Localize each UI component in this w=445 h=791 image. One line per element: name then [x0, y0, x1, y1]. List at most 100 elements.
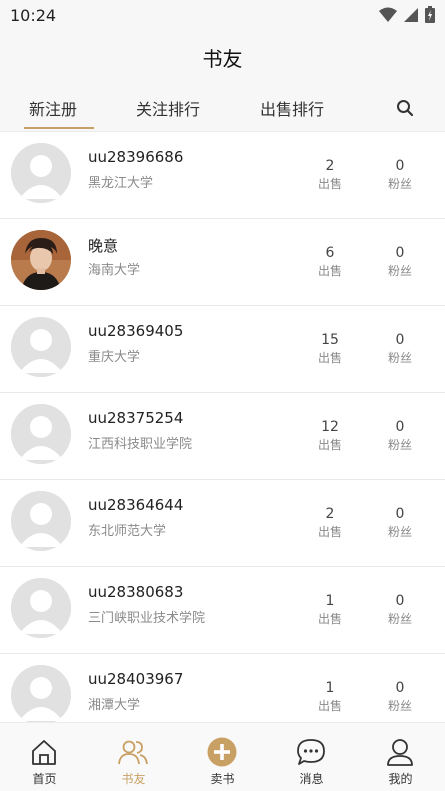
fans-label: 粉丝 [387, 699, 412, 713]
battery-icon [425, 6, 435, 23]
status-icons [379, 6, 435, 23]
user-row[interactable]: 晚意 海南大学 6 出售 0 粉丝 [0, 219, 445, 306]
search-icon [397, 100, 414, 117]
nav-label: 书友 [121, 772, 146, 786]
user-school: 湘潭大学 [88, 698, 141, 713]
page-title: 书友 [202, 47, 243, 71]
active-tab-indicator [24, 127, 94, 129]
fans-stat: 0 粉丝 [375, 506, 425, 540]
fans-count: 0 [395, 506, 405, 522]
sales-label: 出售 [317, 177, 342, 191]
user-school: 东北师范大学 [88, 524, 167, 539]
profile-icon [387, 739, 413, 766]
user-photo-avatar[interactable] [11, 230, 71, 290]
fans-label: 粉丝 [387, 264, 412, 278]
sales-count: 15 [321, 332, 339, 348]
user-row[interactable]: uu28403967 湘潭大学 1 出售 0 粉丝 [0, 654, 445, 722]
chat-bubble-icon [297, 739, 325, 765]
plus-circle-icon [207, 737, 237, 767]
status-bar: 10:24 [0, 0, 445, 30]
sales-stat: 2 出售 [305, 506, 355, 540]
nav-home[interactable]: 首页 [0, 723, 89, 791]
sales-label: 出售 [317, 699, 342, 713]
title-bar: 书友 [0, 30, 445, 82]
home-icon [32, 740, 56, 765]
fans-label: 粉丝 [387, 351, 412, 365]
user-name[interactable]: uu28375254 [88, 409, 183, 427]
user-school: 三门峡职业技术学院 [88, 611, 206, 626]
sales-count: 2 [325, 506, 335, 522]
fans-label: 粉丝 [387, 525, 412, 539]
fans-count: 0 [395, 245, 405, 261]
fans-count: 0 [395, 419, 405, 435]
user-name[interactable]: uu28380683 [88, 583, 183, 601]
fans-label: 粉丝 [387, 438, 412, 452]
fans-stat: 0 粉丝 [375, 593, 425, 627]
nav-label: 我的 [388, 772, 413, 786]
nav-friends[interactable]: 书友 [89, 723, 178, 791]
tab-follow-ranking[interactable]: 关注排行 [136, 96, 200, 120]
nav-label: 首页 [32, 772, 57, 786]
default-avatar-icon[interactable] [11, 317, 71, 377]
sales-count: 1 [325, 680, 335, 696]
sales-stat: 2 出售 [305, 158, 355, 192]
user-row[interactable]: uu28375254 江西科技职业学院 12 出售 0 粉丝 [0, 393, 445, 480]
sales-count: 2 [325, 158, 335, 174]
tab-new-registered[interactable]: 新注册 [29, 96, 77, 120]
tab-sales-ranking[interactable]: 出售排行 [260, 96, 324, 120]
sales-label: 出售 [317, 438, 342, 452]
bottom-nav: 首页 书友 卖书 消息 我的 [0, 722, 445, 791]
user-row[interactable]: uu28369405 重庆大学 15 出售 0 粉丝 [0, 306, 445, 393]
sales-label: 出售 [317, 525, 342, 539]
fans-label: 粉丝 [387, 177, 412, 191]
sales-count: 12 [321, 419, 339, 435]
nav-label: 卖书 [210, 772, 235, 786]
user-name[interactable]: uu28403967 [88, 670, 183, 688]
user-name[interactable]: 晚意 [88, 235, 118, 256]
sales-label: 出售 [317, 612, 342, 626]
user-row[interactable]: uu28396686 黑龙江大学 2 出售 0 粉丝 [0, 132, 445, 219]
user-row[interactable]: uu28364644 东北师范大学 2 出售 0 粉丝 [0, 480, 445, 567]
sales-stat: 1 出售 [305, 680, 355, 714]
fans-count: 0 [395, 593, 405, 609]
user-school: 黑龙江大学 [88, 176, 154, 191]
friends-icon [118, 740, 148, 765]
user-row[interactable]: uu28380683 三门峡职业技术学院 1 出售 0 粉丝 [0, 567, 445, 654]
user-name[interactable]: uu28396686 [88, 148, 183, 166]
nav-messages[interactable]: 消息 [267, 723, 356, 791]
user-name[interactable]: uu28369405 [88, 322, 183, 340]
user-list: uu28396686 黑龙江大学 2 出售 0 粉丝 晚意 海南大学 6 出售 … [0, 132, 445, 722]
user-name[interactable]: uu28364644 [88, 496, 183, 514]
default-avatar-icon[interactable] [11, 578, 71, 638]
fans-stat: 0 粉丝 [375, 332, 425, 366]
sales-stat: 6 出售 [305, 245, 355, 279]
fans-stat: 0 粉丝 [375, 158, 425, 192]
sales-count: 1 [325, 593, 335, 609]
sales-label: 出售 [317, 264, 342, 278]
default-avatar-icon[interactable] [11, 665, 71, 722]
fans-label: 粉丝 [387, 612, 412, 626]
signal-icon [404, 7, 418, 22]
user-school: 重庆大学 [88, 350, 141, 365]
nav-profile[interactable]: 我的 [356, 723, 445, 791]
fans-stat: 0 粉丝 [375, 419, 425, 453]
default-avatar-icon[interactable] [11, 404, 71, 464]
nav-sell-book[interactable]: 卖书 [178, 723, 267, 791]
fans-stat: 0 粉丝 [375, 245, 425, 279]
sales-stat: 1 出售 [305, 593, 355, 627]
search-button[interactable] [395, 98, 415, 118]
user-school: 海南大学 [88, 263, 141, 278]
sales-count: 6 [325, 245, 335, 261]
fans-count: 0 [395, 332, 405, 348]
sales-stat: 12 出售 [305, 419, 355, 453]
tab-bar: 新注册 关注排行 出售排行 [0, 82, 445, 132]
fans-count: 0 [395, 158, 405, 174]
default-avatar-icon[interactable] [11, 143, 71, 203]
fans-stat: 0 粉丝 [375, 680, 425, 714]
default-avatar-icon[interactable] [11, 491, 71, 551]
status-time: 10:24 [10, 6, 57, 25]
nav-label: 消息 [299, 772, 324, 786]
fans-count: 0 [395, 680, 405, 696]
sales-label: 出售 [317, 351, 342, 365]
wifi-icon [379, 7, 397, 22]
